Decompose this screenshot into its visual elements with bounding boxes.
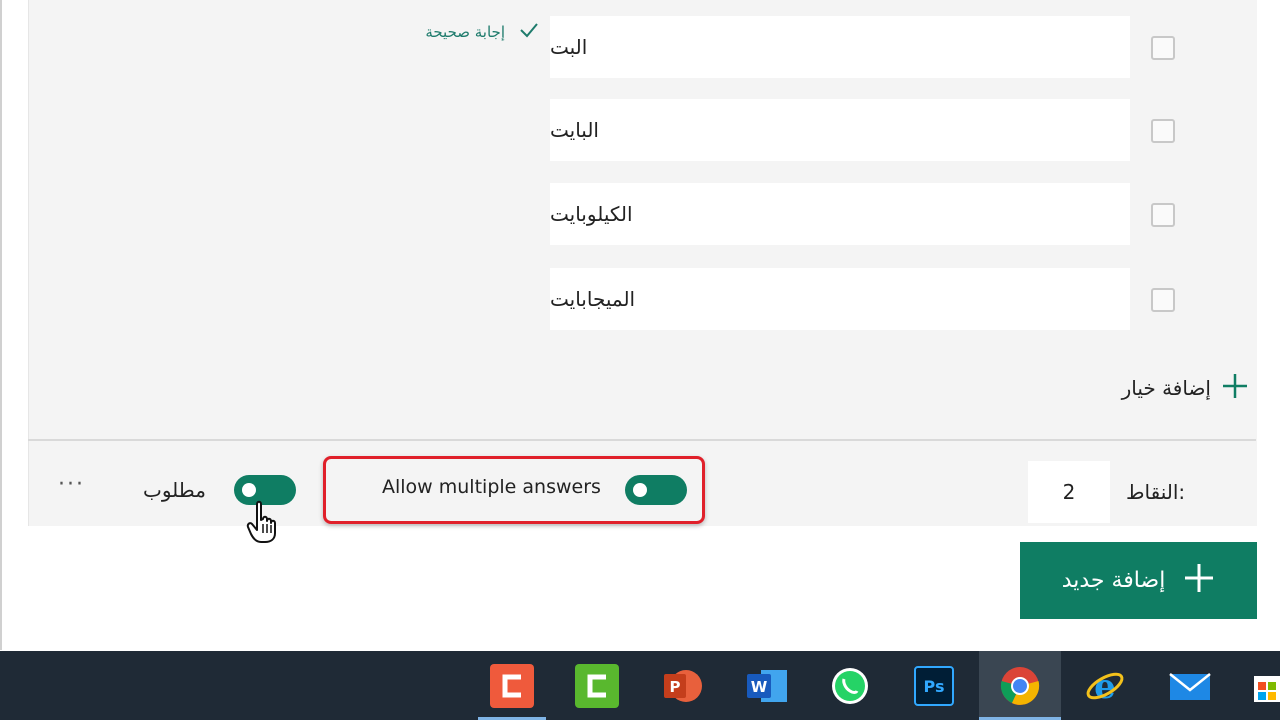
svg-text:Ps: Ps [924, 677, 945, 696]
chrome-icon[interactable] [998, 664, 1042, 708]
word-icon[interactable]: W [745, 664, 789, 708]
option-checkbox-3[interactable] [1151, 203, 1175, 227]
allow-multiple-answers-label: Allow multiple answers [382, 476, 601, 498]
option-row-3: الكيلوبايت [29, 183, 1257, 247]
plus-icon [1221, 372, 1249, 405]
allow-multiple-answers-toggle[interactable] [625, 475, 687, 505]
add-new-question-button[interactable]: إضافة جديد [1020, 542, 1257, 619]
checkmark-icon [519, 22, 539, 42]
points-label: النقاط: [1126, 480, 1186, 504]
option-input-3[interactable]: الكيلوبايت [550, 183, 1130, 245]
option-row-2: البايت [29, 99, 1257, 163]
correct-answer-label: إجابة صحيحة [425, 23, 505, 41]
internet-explorer-icon[interactable]: e [1083, 664, 1127, 708]
option-row-1: البت إجابة صحيحة [29, 16, 1257, 80]
toggle-knob [242, 483, 256, 497]
option-input-2[interactable]: البايت [550, 99, 1130, 161]
option-checkbox-1[interactable] [1151, 36, 1175, 60]
points-input[interactable]: 2 [1028, 461, 1110, 523]
option-input-1[interactable]: البت [550, 16, 1130, 78]
store-icon[interactable] [1250, 664, 1280, 708]
required-label: مطلوب [143, 478, 206, 502]
question-card: البت إجابة صحيحة البايت الكيلوبايت الميج… [28, 0, 1257, 526]
page-left-border [0, 0, 2, 650]
svg-text:e: e [1094, 667, 1116, 707]
option-checkbox-4[interactable] [1151, 288, 1175, 312]
toggle-knob [633, 483, 647, 497]
add-option-label: إضافة خيار [1121, 376, 1211, 400]
photoshop-icon[interactable]: Ps [914, 666, 954, 706]
hand-cursor-icon [246, 500, 280, 548]
svg-text:P: P [670, 678, 681, 696]
correct-answer-marker[interactable]: إجابة صحيحة [389, 15, 539, 49]
powerpoint-icon[interactable]: P [660, 664, 704, 708]
windows-taskbar: P W Ps e [0, 651, 1280, 720]
mail-icon[interactable] [1168, 664, 1212, 708]
footer-divider [28, 439, 1256, 441]
option-row-4: الميجابايت [29, 268, 1257, 332]
svg-text:W: W [751, 678, 768, 696]
add-option-button[interactable]: إضافة خيار [1069, 368, 1249, 408]
plus-icon [1183, 562, 1215, 600]
camtasia-editor-icon[interactable] [575, 664, 619, 708]
whatsapp-icon[interactable] [828, 664, 872, 708]
more-options-button[interactable]: ··· [58, 472, 85, 497]
option-checkbox-2[interactable] [1151, 119, 1175, 143]
option-input-4[interactable]: الميجابايت [550, 268, 1130, 330]
add-new-label: إضافة جديد [1061, 568, 1166, 593]
camtasia-recorder-icon[interactable] [490, 664, 534, 708]
